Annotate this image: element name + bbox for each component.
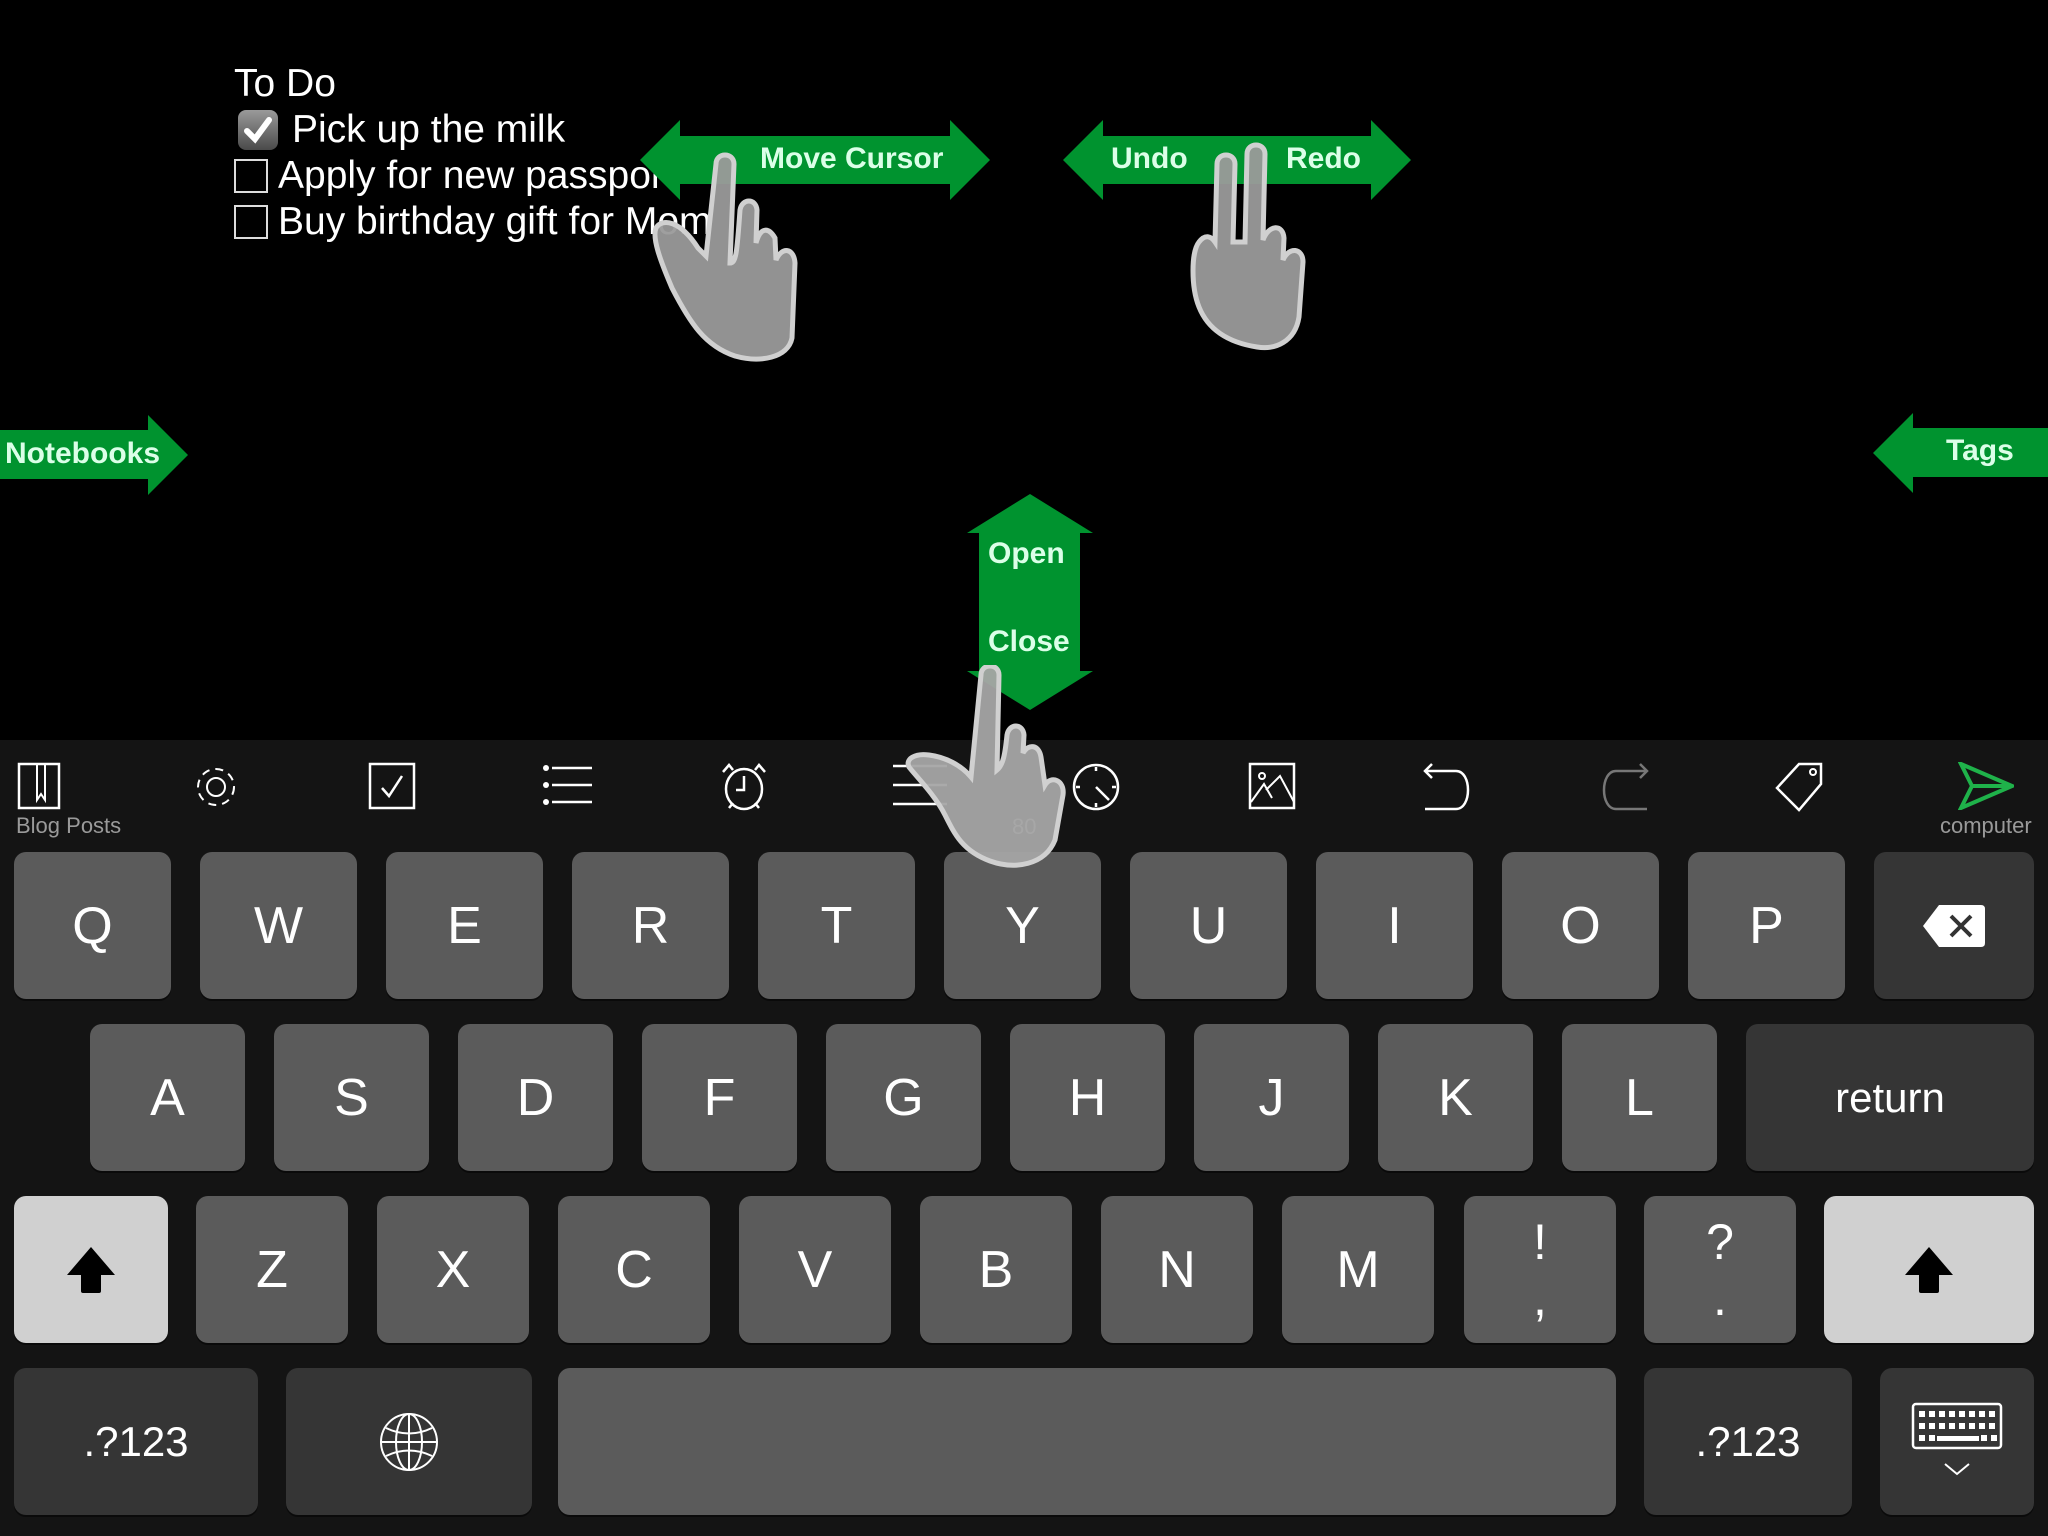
key-a[interactable]: A	[90, 1024, 245, 1171]
undo-button[interactable]	[1408, 740, 1488, 840]
on-screen-keyboard: QWERTYUIOP ASDFGHJKL ZXCVBNM return !, ?…	[0, 840, 2048, 1536]
tag-button[interactable]	[1760, 740, 1840, 840]
notebooks-label: Notebooks	[5, 437, 161, 470]
numbers-key-left[interactable]: .?123	[14, 1368, 258, 1515]
notebook-icon	[17, 762, 61, 810]
todo-item[interactable]: Apply for new passport	[234, 154, 675, 198]
shift-key-right[interactable]	[1824, 1196, 2034, 1343]
checkbox-icon	[368, 762, 416, 810]
key-h[interactable]: H	[1010, 1024, 1165, 1171]
key-m[interactable]: M	[1282, 1196, 1434, 1343]
key-f[interactable]: F	[642, 1024, 797, 1171]
bullet-list-icon	[543, 765, 592, 805]
key-i[interactable]: I	[1316, 852, 1473, 999]
notebook-button[interactable]: Blog Posts	[0, 740, 130, 840]
bullet-list-button[interactable]	[528, 740, 608, 840]
insert-image-button[interactable]	[1232, 740, 1312, 840]
exclamation-comma-key[interactable]: !,	[1464, 1196, 1616, 1343]
checkbox-unchecked[interactable]	[234, 159, 268, 193]
key-j[interactable]: J	[1194, 1024, 1349, 1171]
key-x[interactable]: X	[377, 1196, 529, 1343]
key-w[interactable]: W	[200, 852, 357, 999]
return-key[interactable]: return	[1746, 1024, 2034, 1171]
tag-icon	[1775, 762, 1823, 812]
settings-button[interactable]	[176, 740, 256, 840]
shift-arrow-icon	[67, 1246, 115, 1293]
key-d[interactable]: D	[458, 1024, 613, 1171]
key-o[interactable]: O	[1502, 852, 1659, 999]
key-p[interactable]: P	[1688, 852, 1845, 999]
delete-key[interactable]	[1874, 852, 2034, 999]
shift-arrow-icon	[1905, 1246, 1953, 1293]
checkbox-unchecked[interactable]	[234, 205, 268, 239]
send-icon	[1958, 762, 2014, 810]
key-l[interactable]: L	[1562, 1024, 1717, 1171]
key-u[interactable]: U	[1130, 852, 1287, 999]
reminder-button[interactable]	[704, 740, 784, 840]
key-g[interactable]: G	[826, 1024, 981, 1171]
gear-icon	[197, 768, 235, 806]
key-v[interactable]: V	[739, 1196, 891, 1343]
notebook-label: Blog Posts	[16, 813, 122, 838]
checkbox-button[interactable]	[352, 740, 432, 840]
open-label: Open	[988, 537, 1065, 570]
undo-icon	[1423, 763, 1470, 811]
question-period-key[interactable]: ?.	[1644, 1196, 1796, 1343]
key-t[interactable]: T	[758, 852, 915, 999]
todo-label: Apply for new passport	[278, 154, 675, 197]
two-finger-hand-icon	[1190, 142, 1306, 351]
key-e[interactable]: E	[386, 852, 543, 999]
key-r[interactable]: R	[572, 852, 729, 999]
todo-item[interactable]: Buy birthday gift for Mom	[234, 200, 712, 244]
image-icon	[1248, 762, 1296, 810]
checkbox-checked[interactable]	[238, 110, 278, 150]
send-button[interactable]: computer	[1940, 740, 2048, 840]
tags-label: Tags	[1946, 434, 2014, 467]
alarm-clock-icon	[722, 763, 766, 811]
numbers-key-right[interactable]: .?123	[1644, 1368, 1852, 1515]
keyboard-dismiss-icon	[1911, 1402, 2003, 1475]
one-finger-hand-icon	[905, 665, 1066, 868]
key-q[interactable]: Q	[14, 852, 171, 999]
key-c[interactable]: C	[558, 1196, 710, 1343]
key-k[interactable]: K	[1378, 1024, 1533, 1171]
key-z[interactable]: Z	[196, 1196, 348, 1343]
key-n[interactable]: N	[1101, 1196, 1253, 1343]
one-finger-hand-icon	[652, 152, 798, 362]
globe-key[interactable]	[286, 1368, 532, 1515]
checkmark-icon	[244, 117, 272, 144]
key-s[interactable]: S	[274, 1024, 429, 1171]
send-label: computer	[1940, 813, 2032, 838]
close-label: Close	[988, 625, 1070, 658]
todo-item[interactable]: Pick up the milk	[234, 108, 565, 152]
key-y[interactable]: Y	[944, 852, 1101, 999]
shift-key-left[interactable]	[14, 1196, 168, 1343]
dismiss-keyboard-key[interactable]	[1880, 1368, 2034, 1515]
todo-label: Buy birthday gift for Mom	[278, 200, 712, 243]
note-editor[interactable]: To Do Pick up the milk Apply for new pas…	[0, 0, 2048, 740]
backspace-icon	[1923, 904, 1985, 947]
key-b[interactable]: B	[920, 1196, 1072, 1343]
redo-icon	[1602, 763, 1649, 811]
redo-button[interactable]	[1584, 740, 1664, 840]
globe-icon	[380, 1412, 438, 1471]
todo-label: Pick up the milk	[292, 108, 566, 151]
note-title: To Do	[234, 62, 336, 105]
space-key[interactable]	[558, 1368, 1616, 1515]
